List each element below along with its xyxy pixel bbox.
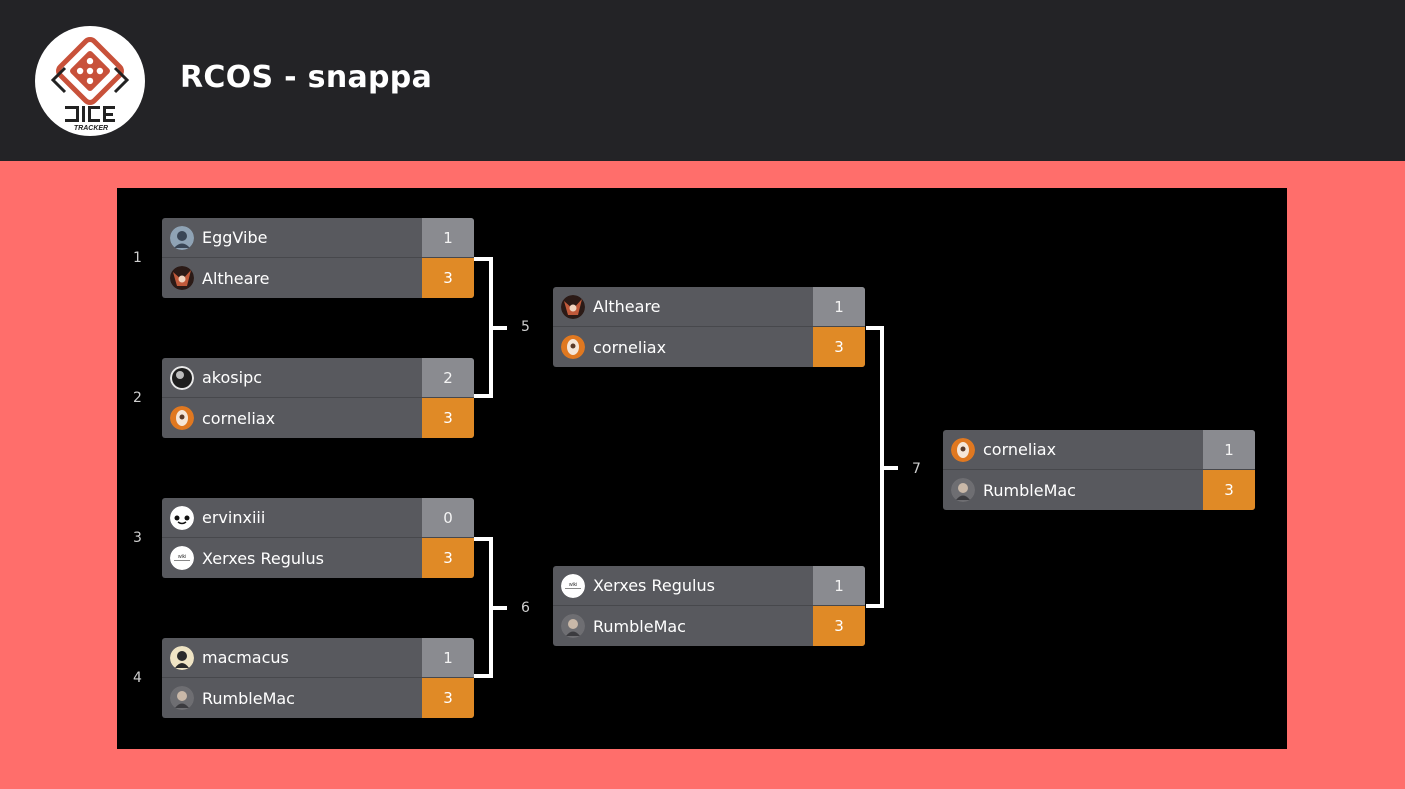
match-4-player-2[interactable]: RumbleMac 3	[162, 678, 474, 718]
player-name: corneliax	[983, 440, 1057, 459]
connector-1-2	[474, 257, 493, 398]
player-score: 1	[813, 566, 865, 605]
match-1[interactable]: EggVibe 1 Altheare 3	[162, 218, 474, 298]
match-6-player-2[interactable]: RumbleMac 3	[553, 606, 865, 646]
player-name: corneliax	[202, 408, 276, 428]
dice-logo-icon: TRACKER	[38, 29, 142, 133]
player-name: RumbleMac	[983, 480, 1076, 500]
avatar-icon	[951, 438, 975, 462]
match-number-7: 7	[912, 461, 921, 477]
player-score: 0	[422, 498, 474, 537]
svg-text:TRACKER: TRACKER	[74, 125, 108, 132]
match-number-5: 5	[521, 319, 530, 335]
match-1-player-1[interactable]: EggVibe 1	[162, 218, 474, 258]
svg-text:wiki: wiki	[178, 554, 186, 560]
avatar-icon	[170, 686, 194, 710]
avatar-icon	[951, 478, 975, 502]
player-name: Altheare	[593, 297, 661, 316]
match-number-2: 2	[133, 390, 142, 406]
match-4-player-1[interactable]: macmacus 1	[162, 638, 474, 678]
avatar-icon	[170, 366, 194, 390]
avatar-icon	[170, 266, 194, 290]
avatar-icon	[170, 226, 194, 250]
bracket-panel: 1 2 3 4 5 6 7 EggVibe 1 Altheare 3 akosi…	[117, 188, 1287, 749]
match-number-1: 1	[133, 250, 142, 266]
player-name: akosipc	[202, 368, 263, 387]
match-1-player-2[interactable]: Altheare 3	[162, 258, 474, 298]
player-score: 3	[422, 258, 474, 298]
wiki-avatar-icon: wiki	[561, 574, 585, 598]
player-score: 3	[422, 538, 474, 578]
match-number-6: 6	[521, 600, 530, 616]
player-score: 3	[1203, 470, 1255, 510]
match-5-player-2[interactable]: corneliax 3	[553, 327, 865, 367]
player-name: RumbleMac	[202, 688, 295, 708]
player-score: 1	[1203, 430, 1255, 469]
match-3-player-1[interactable]: ervinxiii 0	[162, 498, 474, 538]
match-2[interactable]: akosipc 2 corneliax 3	[162, 358, 474, 438]
match-2-player-1[interactable]: akosipc 2	[162, 358, 474, 398]
player-name: Xerxes Regulus	[202, 548, 324, 568]
player-name: Xerxes Regulus	[593, 576, 715, 595]
player-name: RumbleMac	[593, 616, 686, 636]
wiki-avatar-icon: wiki	[170, 546, 194, 570]
match-5[interactable]: Altheare 1 corneliax 3	[553, 287, 865, 367]
player-name: macmacus	[202, 648, 289, 667]
player-score: 3	[813, 606, 865, 646]
player-name: corneliax	[593, 337, 667, 357]
player-score: 1	[813, 287, 865, 326]
match-7-player-2[interactable]: RumbleMac 3	[943, 470, 1255, 510]
match-number-4: 4	[133, 670, 142, 686]
match-7[interactable]: corneliax 1 RumbleMac 3	[943, 430, 1255, 510]
svg-text:wiki: wiki	[569, 582, 577, 588]
match-6-player-1[interactable]: wiki Xerxes Regulus 1	[553, 566, 865, 606]
player-score: 3	[422, 678, 474, 718]
player-name: Altheare	[202, 268, 270, 288]
player-name: ervinxiii	[202, 508, 266, 527]
player-score: 3	[813, 327, 865, 367]
avatar-icon	[561, 614, 585, 638]
connector-5-6	[866, 326, 884, 608]
page-header: TRACKER RCOS - snappa	[0, 0, 1405, 161]
player-score: 3	[422, 398, 474, 438]
page-title: RCOS - snappa	[180, 60, 433, 95]
match-4[interactable]: macmacus 1 RumbleMac 3	[162, 638, 474, 718]
avatar-icon	[170, 506, 194, 530]
match-6[interactable]: wiki Xerxes Regulus 1 RumbleMac 3	[553, 566, 865, 646]
connector-3-4	[474, 537, 493, 678]
avatar-icon	[170, 646, 194, 670]
avatar-icon	[170, 406, 194, 430]
match-5-player-1[interactable]: Altheare 1	[553, 287, 865, 327]
player-score: 2	[422, 358, 474, 397]
match-2-player-2[interactable]: corneliax 3	[162, 398, 474, 438]
avatar-icon	[561, 295, 585, 319]
match-7-player-1[interactable]: corneliax 1	[943, 430, 1255, 470]
player-score: 1	[422, 638, 474, 677]
match-3[interactable]: ervinxiii 0 wiki Xerxes Regulus 3	[162, 498, 474, 578]
player-score: 1	[422, 218, 474, 257]
player-name: EggVibe	[202, 228, 268, 247]
dice-tracker-logo[interactable]: TRACKER	[35, 26, 145, 136]
avatar-icon	[561, 335, 585, 359]
match-3-player-2[interactable]: wiki Xerxes Regulus 3	[162, 538, 474, 578]
match-number-3: 3	[133, 530, 142, 546]
